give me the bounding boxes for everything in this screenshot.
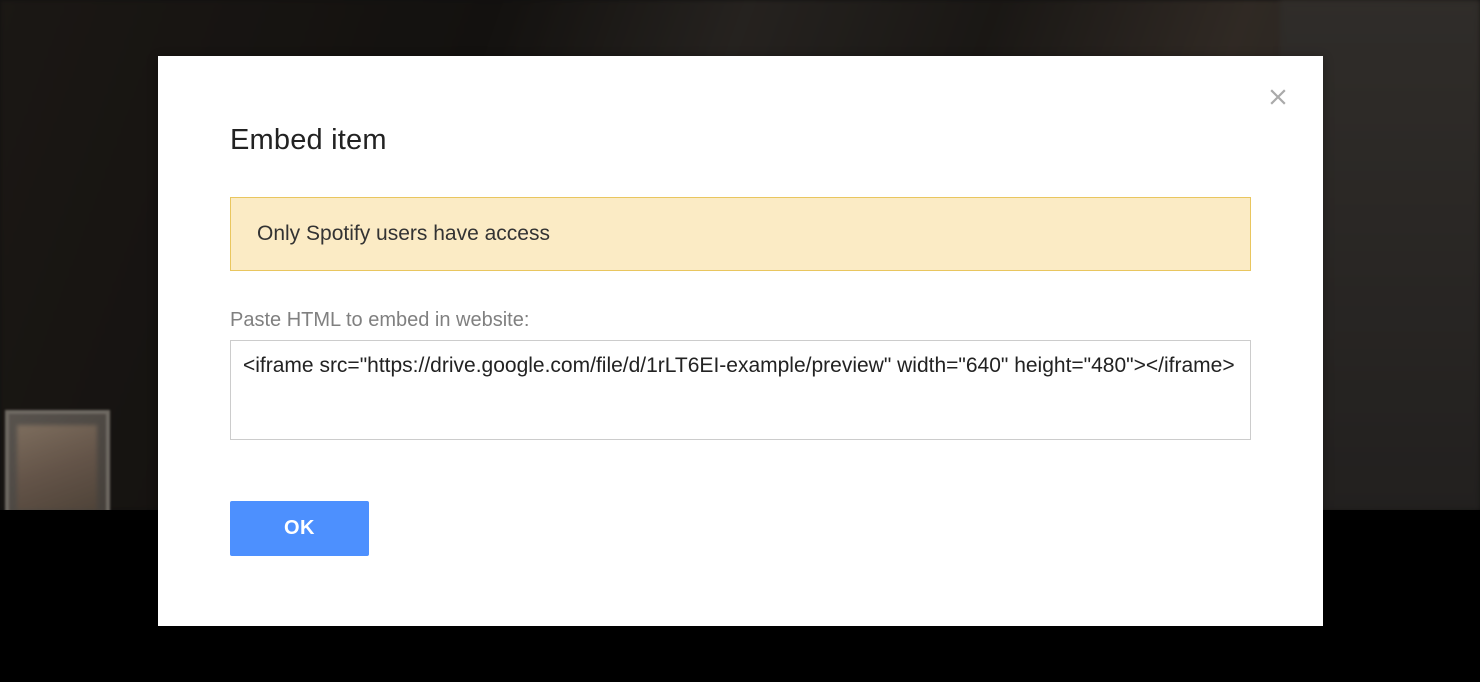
embed-code-textarea[interactable] bbox=[230, 340, 1251, 440]
embed-item-dialog: Embed item Only Spotify users have acces… bbox=[158, 56, 1323, 626]
dialog-title: Embed item bbox=[230, 124, 1251, 157]
access-notice: Only Spotify users have access bbox=[230, 197, 1251, 271]
close-icon bbox=[1265, 84, 1291, 110]
embed-code-label: Paste HTML to embed in website: bbox=[230, 309, 1251, 332]
close-button[interactable] bbox=[1265, 84, 1291, 110]
ok-button[interactable]: OK bbox=[230, 501, 369, 556]
access-notice-text: Only Spotify users have access bbox=[257, 222, 550, 245]
